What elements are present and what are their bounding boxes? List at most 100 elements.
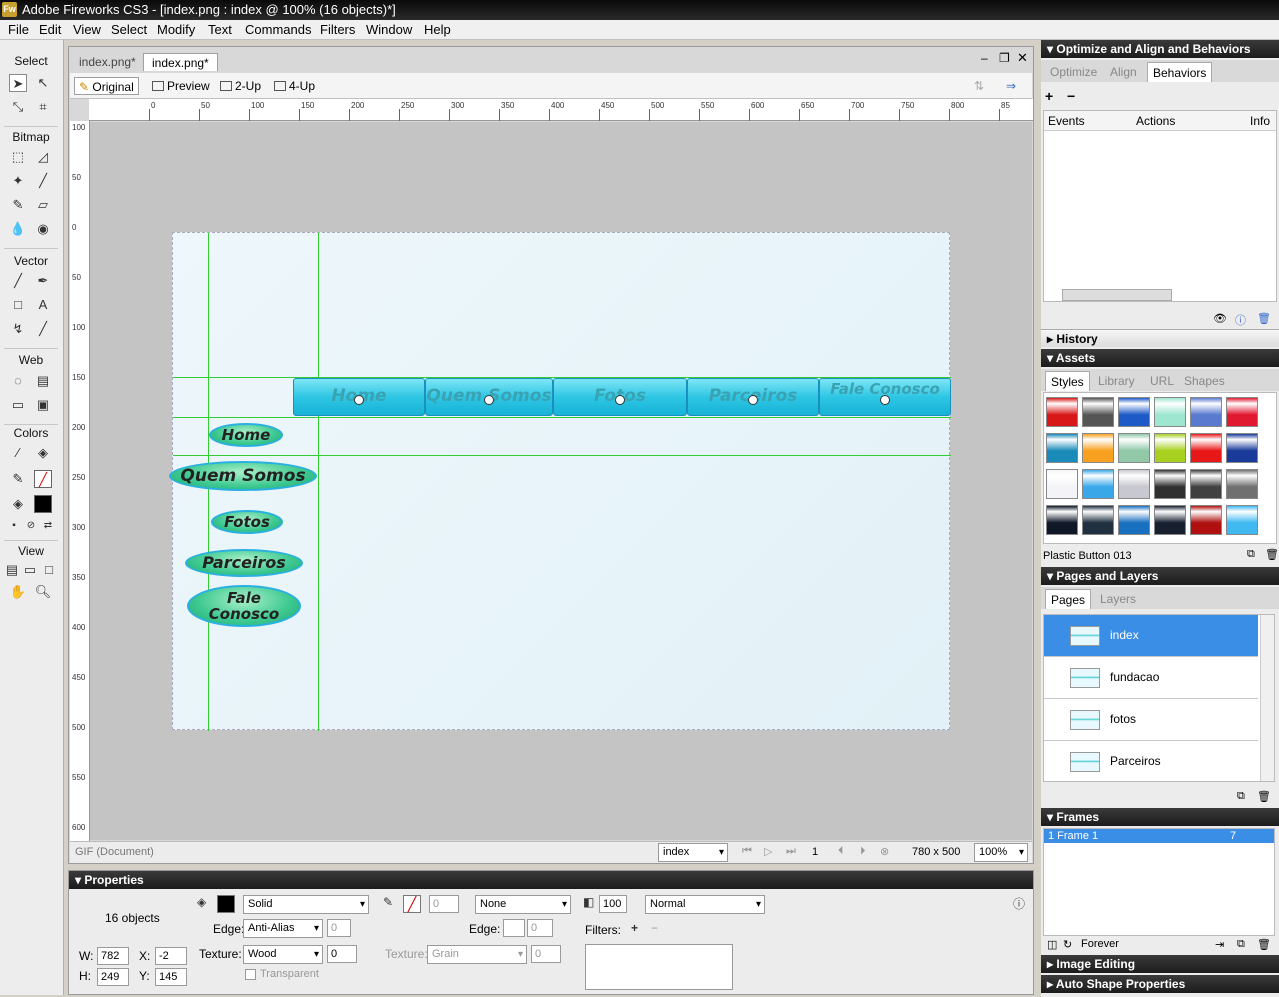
style-swatch[interactable]	[1118, 469, 1150, 499]
menu-view[interactable]: View	[73, 22, 101, 37]
zoom-select[interactable]: 100%	[974, 843, 1028, 862]
style-swatch[interactable]	[1226, 433, 1258, 463]
scale-tool-icon[interactable]: ⤡	[9, 98, 27, 116]
side-button-fale-conosco[interactable]: Fale Conosco	[187, 585, 301, 627]
standard-screen-icon[interactable]: ▤	[3, 561, 21, 579]
4up-view-button[interactable]: 4-Up	[270, 77, 319, 95]
tab-behaviors[interactable]: Behaviors	[1147, 62, 1213, 82]
help-icon[interactable]: ⓘ	[1013, 895, 1025, 912]
side-button-home[interactable]: Home	[209, 423, 283, 447]
text-tool-icon[interactable]: A	[34, 296, 52, 314]
stroke-color-swatch[interactable]: ╱	[34, 470, 52, 488]
red-eye-tool-icon[interactable]: ◉	[34, 220, 52, 238]
loop-icon[interactable]: ↻	[1063, 938, 1072, 951]
style-swatch[interactable]	[1046, 469, 1078, 499]
tab-shapes[interactable]: Shapes	[1179, 371, 1230, 391]
menu-commands[interactable]: Commands	[245, 22, 311, 37]
frames-panel-header[interactable]: ▾ Frames	[1041, 808, 1279, 826]
magic-wand-tool-icon[interactable]: ✦	[9, 172, 27, 190]
style-swatch[interactable]	[1046, 397, 1078, 427]
assets-panel-header[interactable]: ▾ Assets	[1041, 349, 1279, 367]
full-screen-menus-icon[interactable]: ▭	[21, 561, 39, 579]
pages-layers-panel-header[interactable]: ▾ Pages and Layers	[1041, 567, 1279, 585]
new-style-icon[interactable]: ⧉	[1247, 548, 1255, 561]
lasso-tool-icon[interactable]: ◿	[34, 148, 52, 166]
guide-horizontal[interactable]	[173, 455, 951, 456]
behaviors-panel-header[interactable]: ▾ Optimize and Align and Behaviors	[1041, 40, 1279, 58]
add-filter-icon[interactable]: +	[631, 921, 638, 935]
tab-layers[interactable]: Layers	[1095, 589, 1141, 609]
crop-tool-icon[interactable]: ⌗	[34, 98, 52, 116]
close-icon[interactable]: ✕	[1017, 50, 1028, 66]
info-icon[interactable]: ⓘ	[1235, 312, 1246, 328]
looping-select[interactable]: Forever	[1081, 938, 1119, 950]
stroke-texture-select[interactable]: Grain	[427, 945, 527, 964]
onion-skin-icon[interactable]: ◫	[1047, 938, 1057, 951]
style-swatch[interactable]	[1154, 505, 1186, 535]
page-item-index[interactable]: index	[1044, 615, 1258, 657]
fill-color-swatch[interactable]	[34, 495, 52, 513]
style-swatch[interactable]	[1190, 469, 1222, 499]
style-swatch[interactable]	[1046, 505, 1078, 535]
hide-slices-icon[interactable]: ▭	[9, 396, 27, 414]
style-swatch[interactable]	[1190, 397, 1222, 427]
style-swatch[interactable]	[1082, 469, 1114, 499]
side-button-parceiros[interactable]: Parceiros	[185, 549, 303, 577]
tab-styles[interactable]: Styles	[1045, 371, 1090, 391]
export-icon[interactable]: ⇒	[1002, 77, 1020, 95]
last-frame-icon[interactable]: ⏭	[786, 845, 796, 858]
filters-list[interactable]	[585, 944, 733, 990]
style-swatch[interactable]	[1226, 397, 1258, 427]
tab-url[interactable]: URL	[1145, 371, 1179, 391]
tab-pages[interactable]: Pages	[1045, 589, 1092, 609]
opacity-field[interactable]: 100	[599, 895, 627, 913]
remove-behavior-icon[interactable]: −	[1067, 88, 1075, 104]
document-canvas[interactable]: Home Quem Somos Fotos Parceiros Fale Con…	[169, 232, 951, 731]
fill-color-swatch[interactable]	[217, 895, 235, 913]
new-frame-icon[interactable]: ⧉	[1237, 938, 1245, 951]
menu-file[interactable]: File	[8, 22, 29, 37]
h-scrollbar-thumb[interactable]	[1062, 289, 1172, 301]
brush-tool-icon[interactable]: ╱	[34, 172, 52, 190]
page-item-parceiros[interactable]: Parceiros	[1044, 741, 1258, 781]
freeform-tool-icon[interactable]: ↯	[9, 320, 27, 338]
guide-horizontal[interactable]	[173, 417, 951, 418]
zoom-tool-icon[interactable]: 🔍︎	[34, 583, 52, 601]
menu-modify[interactable]: Modify	[157, 22, 195, 37]
marquee-tool-icon[interactable]: ⬚	[9, 148, 27, 166]
stroke-edge-value[interactable]: 0	[527, 919, 553, 937]
paint-bucket-tool-icon[interactable]: ◈	[34, 444, 52, 462]
style-swatch[interactable]	[1118, 505, 1150, 535]
menu-select[interactable]: Select	[111, 22, 147, 37]
no-color-icon[interactable]: ⊘	[22, 517, 40, 535]
hand-tool-icon[interactable]: ✋	[9, 583, 27, 601]
image-editing-panel-header[interactable]: ▸ Image Editing	[1041, 955, 1279, 973]
trash-icon[interactable]: 🗑︎	[1257, 312, 1271, 325]
distribute-icon[interactable]: ⇥	[1215, 938, 1224, 951]
menu-window[interactable]: Window	[366, 22, 412, 37]
style-swatch[interactable]	[1082, 397, 1114, 427]
knife-tool-icon[interactable]: ╱	[34, 320, 52, 338]
eye-icon[interactable]: 👁︎	[1213, 312, 1227, 325]
next-frame-icon[interactable]: ⏵	[860, 845, 866, 858]
prev-frame-icon[interactable]: ⏴	[838, 845, 844, 858]
menu-help[interactable]: Help	[424, 22, 451, 37]
history-panel-header[interactable]: ▸ History	[1041, 329, 1279, 347]
fill-color-icon[interactable]: ◈	[9, 495, 27, 513]
original-view-button[interactable]: ✎ Original	[74, 77, 139, 95]
tab-optimize[interactable]: Optimize	[1045, 62, 1102, 82]
hotspot-tool-icon[interactable]: ◌	[9, 372, 27, 390]
style-swatch[interactable]	[1046, 433, 1078, 463]
stroke-texture-amount[interactable]: 0	[531, 945, 561, 963]
menu-text[interactable]: Text	[208, 22, 232, 37]
nav-button-home[interactable]: Home	[293, 378, 425, 416]
pages-scrollbar[interactable]	[1260, 615, 1274, 781]
optimize-icon[interactable]: ⇅	[970, 77, 988, 95]
width-field[interactable]: 782	[97, 947, 129, 965]
stroke-edge-field[interactable]	[503, 919, 525, 937]
doc-tab-active[interactable]: index.png*	[143, 53, 218, 71]
play-icon[interactable]: ▷	[764, 845, 772, 858]
trash-icon[interactable]: 🗑︎	[1257, 790, 1271, 803]
pen-tool-icon[interactable]: ✒	[34, 272, 52, 290]
pencil-tool-icon[interactable]: ✎	[9, 196, 27, 214]
